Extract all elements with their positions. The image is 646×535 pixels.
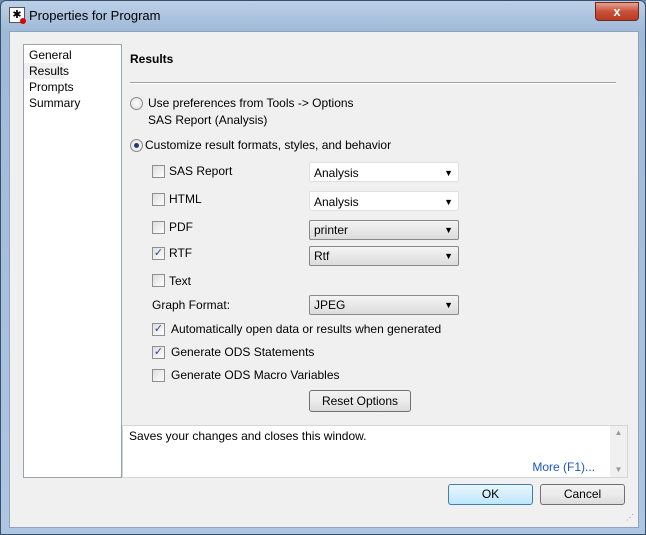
graph-format-value: JPEG bbox=[314, 298, 346, 312]
cancel-button[interactable]: Cancel bbox=[540, 484, 625, 505]
resize-grip[interactable]: ⋰ bbox=[626, 513, 634, 522]
dialog-body: General Results Prompts Summary Results … bbox=[9, 31, 639, 528]
rtf-value: Rtf bbox=[314, 249, 330, 263]
help-text: Saves your changes and closes this windo… bbox=[129, 429, 367, 443]
text-checkbox[interactable] bbox=[152, 274, 165, 287]
html-dropdown[interactable]: Analysis ▼ bbox=[309, 191, 459, 211]
app-icon: ✱ bbox=[9, 7, 26, 24]
section-title: Results bbox=[130, 52, 174, 66]
reset-options-button[interactable]: Reset Options bbox=[309, 390, 411, 412]
chevron-down-icon: ▼ bbox=[444, 225, 453, 235]
customize-label[interactable]: Customize result formats, styles, and be… bbox=[145, 138, 391, 152]
use-prefs-radio[interactable] bbox=[130, 97, 143, 110]
chevron-down-icon: ▼ bbox=[444, 300, 453, 310]
divider bbox=[130, 82, 616, 84]
chevron-down-icon: ▼ bbox=[444, 251, 453, 261]
html-value: Analysis bbox=[314, 195, 359, 209]
nav-item-results[interactable]: Results bbox=[24, 63, 69, 79]
sas-report-dropdown[interactable]: Analysis ▼ bbox=[309, 162, 459, 182]
dialog-window: ✱ Properties for Program x General Resul… bbox=[0, 0, 646, 535]
ods-statements-label[interactable]: Generate ODS Statements bbox=[171, 345, 314, 359]
sas-report-checkbox[interactable] bbox=[152, 165, 165, 178]
auto-open-label[interactable]: Automatically open data or results when … bbox=[171, 322, 441, 336]
help-panel: Saves your changes and closes this windo… bbox=[122, 425, 628, 478]
rtf-checkbox[interactable]: ✓ bbox=[152, 247, 165, 260]
ods-statements-checkbox[interactable]: ✓ bbox=[152, 346, 165, 359]
text-label[interactable]: Text bbox=[169, 274, 191, 288]
nav-item-general[interactable]: General bbox=[24, 47, 121, 63]
pdf-dropdown[interactable]: printer ▼ bbox=[309, 220, 459, 240]
sas-report-label[interactable]: SAS Report bbox=[169, 164, 232, 178]
window-title: Properties for Program bbox=[29, 8, 161, 23]
graph-format-dropdown[interactable]: JPEG ▼ bbox=[309, 295, 459, 315]
auto-open-checkbox[interactable]: ✓ bbox=[152, 323, 165, 336]
html-label[interactable]: HTML bbox=[169, 192, 202, 206]
nav-list[interactable]: General Results Prompts Summary bbox=[23, 44, 122, 478]
more-help-link[interactable]: More (F1)... bbox=[532, 460, 595, 474]
chevron-down-icon: ▼ bbox=[444, 168, 453, 178]
ods-macro-label[interactable]: Generate ODS Macro Variables bbox=[171, 368, 340, 382]
pdf-value: printer bbox=[314, 223, 349, 237]
close-button[interactable]: x bbox=[595, 2, 639, 21]
pdf-checkbox[interactable] bbox=[152, 221, 165, 234]
nav-item-prompts[interactable]: Prompts bbox=[24, 79, 121, 95]
ods-macro-checkbox[interactable] bbox=[152, 369, 165, 382]
sas-report-value: Analysis bbox=[314, 166, 359, 180]
rtf-dropdown[interactable]: Rtf ▼ bbox=[309, 246, 459, 266]
pdf-label[interactable]: PDF bbox=[169, 220, 193, 234]
use-prefs-sub: SAS Report (Analysis) bbox=[148, 113, 268, 127]
use-prefs-label[interactable]: Use preferences from Tools -> Options bbox=[148, 96, 354, 110]
chevron-down-icon: ▼ bbox=[444, 197, 453, 207]
nav-item-summary[interactable]: Summary bbox=[24, 95, 121, 111]
help-scrollbar[interactable]: ▲ ▼ bbox=[610, 426, 627, 477]
ok-button[interactable]: OK bbox=[448, 484, 533, 505]
rtf-label[interactable]: RTF bbox=[169, 246, 192, 260]
html-checkbox[interactable] bbox=[152, 193, 165, 206]
graph-format-label: Graph Format: bbox=[152, 298, 231, 312]
customize-radio[interactable] bbox=[130, 139, 143, 152]
